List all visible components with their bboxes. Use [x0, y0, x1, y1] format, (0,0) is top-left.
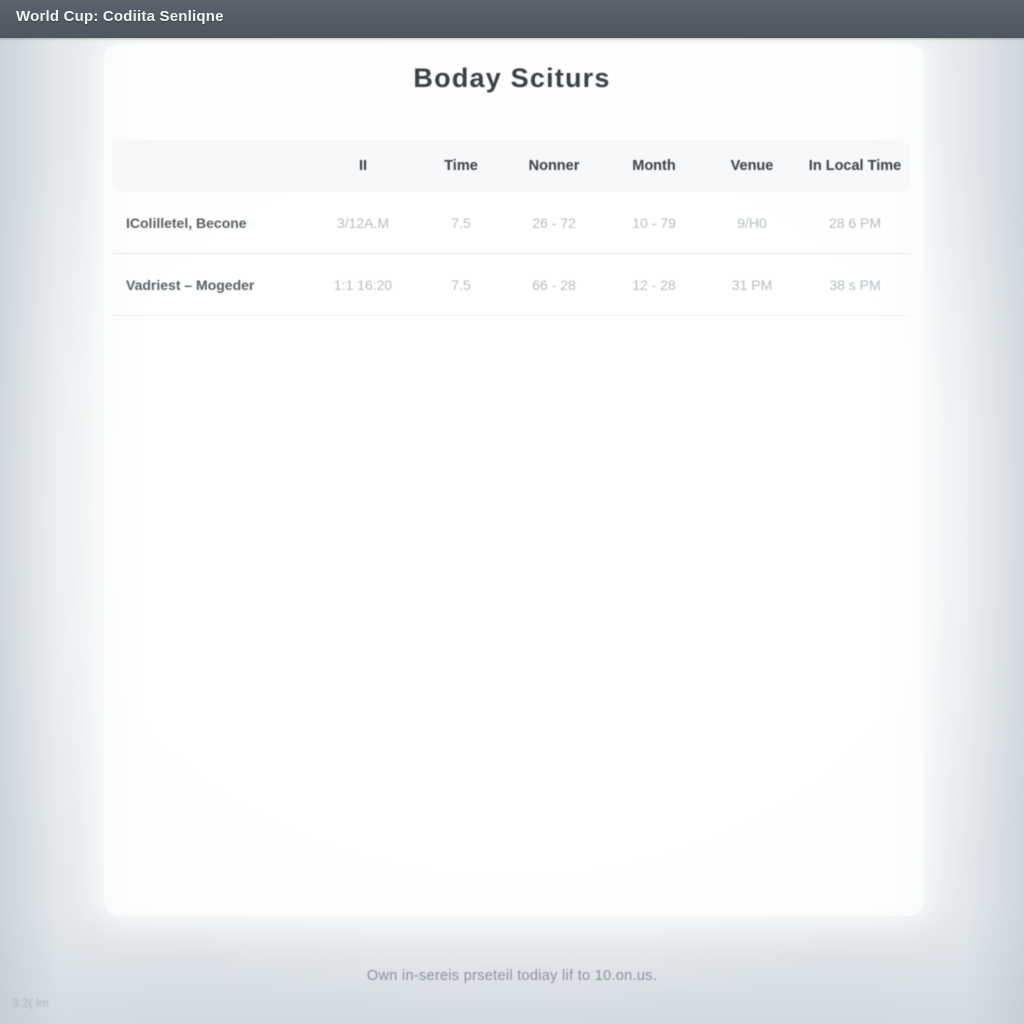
cell-month: 10 - 79 — [604, 192, 704, 254]
table-body: IColilletel, Becone 3/12A.M 7.5 26 - 72 … — [112, 192, 910, 316]
cell-time: 7.5 — [418, 253, 504, 316]
app-window: World Cup: Codiita Senliqne Boday Scitur… — [0, 0, 1024, 1024]
row-label: IColilletel, Becone — [112, 192, 308, 254]
cell-ii: 1:1 16:20 — [308, 253, 418, 316]
cell-time: 7.5 — [418, 192, 504, 254]
cell-nonner: 26 - 72 — [504, 192, 604, 254]
column-header-month[interactable]: Month — [604, 140, 704, 192]
page-title: Boday Sciturs — [413, 63, 611, 93]
column-header-time[interactable]: Time — [418, 140, 504, 192]
corner-status: 3:2( lm — [12, 996, 49, 1010]
row-label: Vadriest – Mogeder — [112, 253, 308, 316]
cell-in-local-time: 38 s PM — [800, 253, 910, 316]
column-header-venue[interactable]: Venue — [704, 140, 800, 192]
table-header: II Time Nonner Month Venue In Local Time — [112, 140, 910, 192]
schedule-table: II Time Nonner Month Venue In Local Time… — [112, 140, 910, 316]
column-header-label[interactable] — [112, 140, 308, 192]
cell-venue: 9/H0 — [704, 192, 800, 254]
window-title: World Cup: Codiita Senliqne — [16, 8, 224, 25]
column-header-in-local-time[interactable]: In Local Time — [800, 140, 910, 192]
table-header-row: II Time Nonner Month Venue In Local Time — [112, 140, 910, 192]
table-row[interactable]: Vadriest – Mogeder 1:1 16:20 7.5 66 - 28… — [112, 253, 910, 316]
cell-month: 12 - 28 — [604, 253, 704, 316]
column-header-nonner[interactable]: Nonner — [504, 140, 604, 192]
column-header-ii[interactable]: II — [308, 140, 418, 192]
table-row[interactable]: IColilletel, Becone 3/12A.M 7.5 26 - 72 … — [112, 192, 910, 254]
cell-nonner: 66 - 28 — [504, 253, 604, 316]
schedule-table-container: II Time Nonner Month Venue In Local Time… — [112, 140, 910, 316]
cell-ii: 3/12A.M — [308, 192, 418, 254]
footer-note: Own in-sereis prseteil todiay lif to 10.… — [366, 968, 658, 984]
cell-venue: 31 PM — [704, 253, 800, 316]
cell-in-local-time: 28 6 PM — [800, 192, 910, 254]
window-titlebar: World Cup: Codiita Senliqne — [0, 0, 1024, 38]
